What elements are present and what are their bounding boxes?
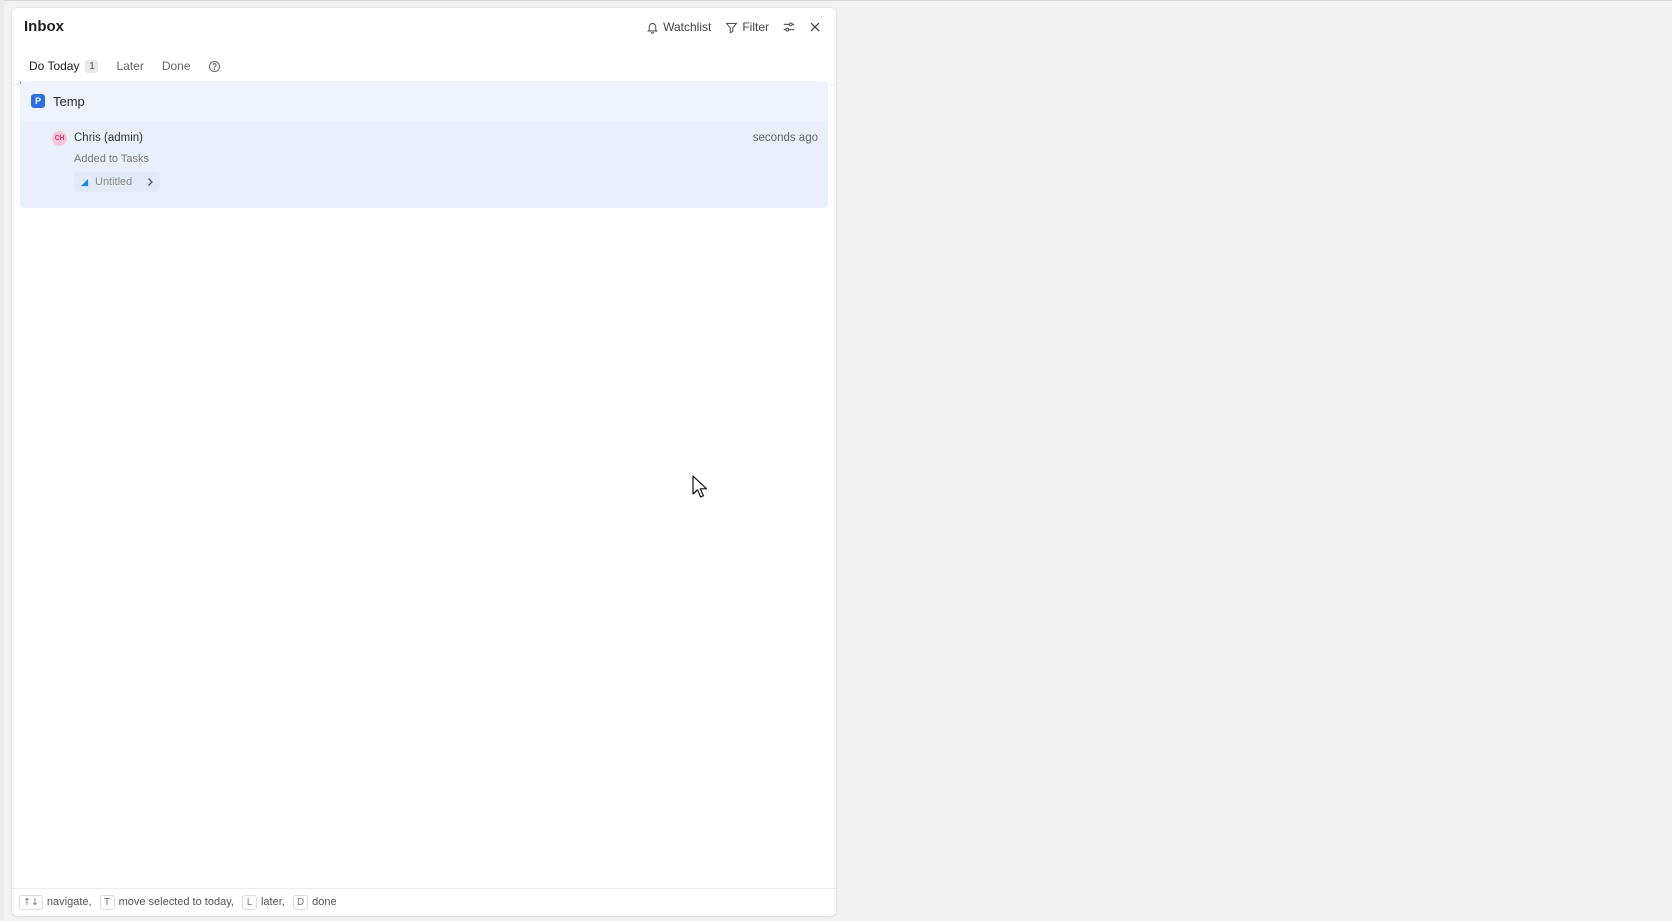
task-type-icon [80, 178, 89, 186]
help-button[interactable] [200, 48, 230, 84]
today-hint: move selected to today, [118, 896, 234, 908]
left-edge [0, 0, 4, 921]
header-actions: Watchlist Filter [641, 17, 826, 37]
tab-label: Later [116, 59, 144, 73]
inbox-tabs: Do Today 1 Later Done [20, 48, 230, 84]
filter-button[interactable]: Filter [720, 17, 774, 37]
group-header[interactable]: P Temp [20, 81, 828, 121]
tab-label: Done [161, 59, 191, 73]
chevron-right-icon [148, 178, 154, 186]
today-key: T [99, 894, 115, 910]
settings-button[interactable] [778, 17, 800, 37]
count-badge: 1 [85, 59, 99, 73]
later-hint: later, [260, 896, 285, 908]
nav-key: ↑↓ [19, 894, 43, 910]
keyboard-hints: ↑↓ navigate, T move selected to today, L… [19, 892, 337, 912]
watchlist-button[interactable]: Watchlist [641, 17, 716, 37]
filter-icon [725, 22, 738, 33]
sliders-icon [783, 22, 795, 32]
notification-item[interactable]: CH Chris (admin) seconds ago Added to Ta… [20, 121, 828, 208]
tab-do-today[interactable]: Do Today 1 [20, 48, 108, 84]
top-divider [0, 0, 1672, 1]
tab-done[interactable]: Done [153, 48, 200, 84]
bell-icon [647, 22, 659, 34]
question-circle-icon [209, 60, 221, 72]
inbox-panel: Inbox Watchlist Filter Do Today 1 Later … [12, 8, 836, 916]
project-group: P Temp CH Chris (admin) seconds ago Adde… [20, 81, 828, 208]
tab-label: Do Today [29, 59, 80, 73]
actor-name: Chris (admin) [74, 132, 144, 144]
task-name: Untitled [95, 176, 133, 188]
done-hint: done [312, 896, 337, 908]
mouse-pointer-icon [692, 475, 708, 498]
inbox-header: Inbox Watchlist Filter [12, 8, 836, 46]
nav-hint: navigate, [46, 896, 92, 908]
later-key: L [241, 894, 257, 910]
watchlist-label: Watchlist [663, 20, 712, 34]
project-icon: P [31, 94, 45, 108]
footer-divider [12, 888, 836, 889]
tab-later[interactable]: Later [107, 48, 152, 84]
done-key: D [292, 894, 309, 910]
close-button[interactable] [804, 17, 826, 37]
task-link[interactable]: Untitled [74, 172, 161, 192]
timestamp: seconds ago [752, 132, 818, 144]
group-name: Temp [53, 93, 85, 109]
page-title: Inbox [24, 18, 64, 35]
action-text: Added to Tasks [74, 153, 150, 165]
close-icon [810, 22, 820, 32]
filter-label: Filter [742, 20, 769, 34]
avatar: CH [52, 131, 67, 146]
